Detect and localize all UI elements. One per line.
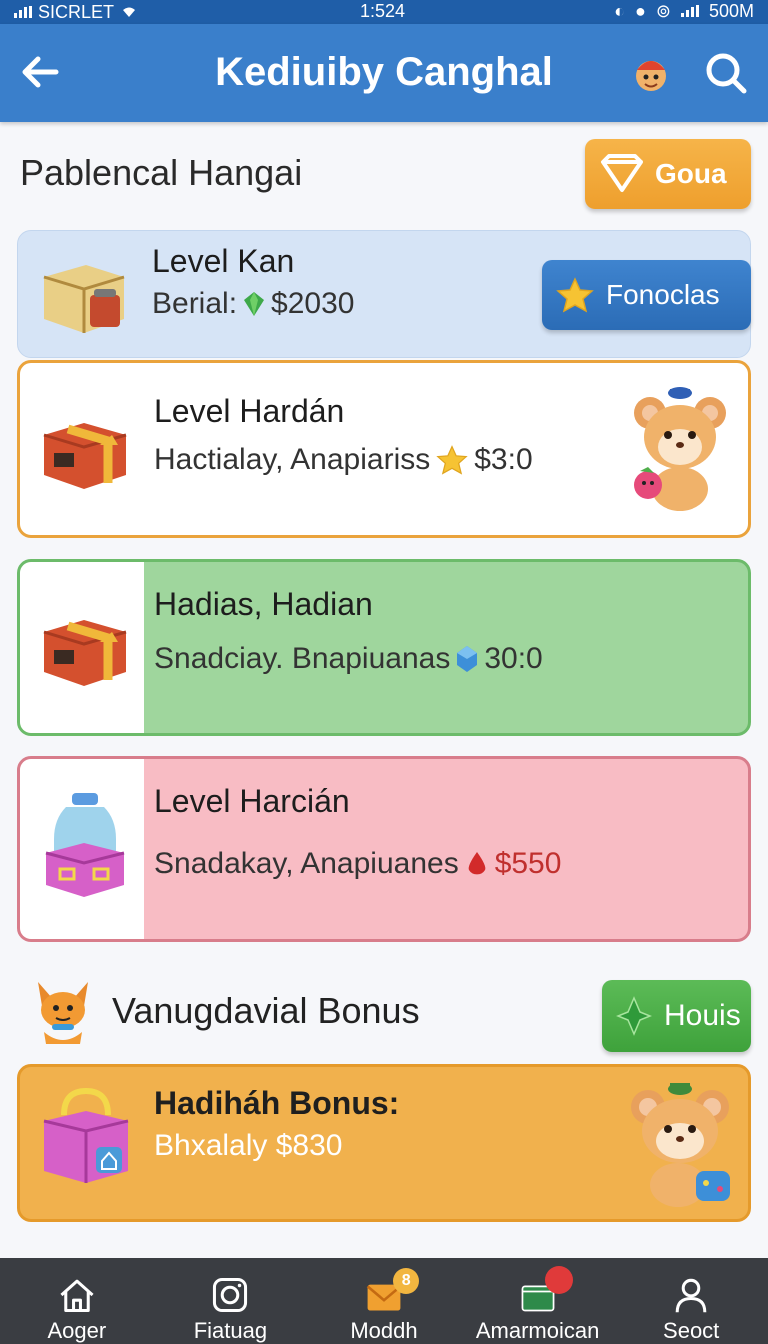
location-badge-icon [544, 1266, 573, 1294]
nav-label: Aoger [47, 1318, 107, 1343]
level-card-2[interactable]: Level Hardán Hactialay, Anapiariss $3:0 [17, 360, 751, 538]
bonus-section-title: Vanugdavial Bonus [112, 990, 420, 1031]
sync-icon: ⊚ [655, 1, 671, 21]
nav-item-camera[interactable]: Fiatuag [154, 1258, 308, 1344]
goua-button-label: Goua [655, 158, 727, 189]
bonus-card-title: Hadiháh Bonus: [154, 1085, 400, 1121]
wifi-icon [120, 2, 138, 23]
carrier-label: SICRLET [38, 1, 115, 22]
potion-box-icon [38, 789, 132, 899]
cell-signal-icon [680, 5, 699, 17]
houis-button[interactable]: Houis [602, 980, 751, 1052]
blue-gem-icon [457, 646, 478, 672]
nav-label: Fiatuag [193, 1318, 268, 1343]
gift-bag-icon [38, 1085, 132, 1185]
app-notification-icon: ◐ [614, 1, 625, 21]
star-icon [436, 445, 468, 475]
camera-icon [213, 1277, 248, 1313]
mail-badge: 8 [393, 1268, 420, 1294]
card-price: 30:0 [484, 642, 543, 675]
app-notification-icon-2: ● [635, 1, 646, 21]
bonus-card-subtitle: Bhxalaly $830 [154, 1129, 343, 1162]
star-icon [556, 277, 594, 313]
card-title: Hadias, Hadian [154, 586, 373, 622]
nav-label: Moddh [350, 1318, 418, 1343]
card-title: Level Kan [152, 243, 295, 279]
card-subtitle-text: Hactialay, Anapiariss [154, 443, 431, 476]
card-price: $2030 [271, 287, 355, 320]
green-gem-icon [244, 292, 265, 316]
card-title: Level Harcián [154, 783, 350, 819]
card-subtitle: Snadciay. Bnapiuanas 30:0 [154, 642, 543, 676]
nav-item-profile[interactable]: Seoct [614, 1258, 768, 1344]
gift-box-icon [38, 602, 132, 692]
fonoclas-button[interactable]: Fonoclas [542, 260, 751, 330]
nav-item-map[interactable]: Amarmoican [461, 1258, 615, 1344]
nav-item-mail[interactable]: 8 Moddh [307, 1258, 461, 1344]
crate-icon [36, 249, 130, 339]
nav-label: Seoct [663, 1318, 720, 1343]
bottom-navigation: Aoger Fiatuag 8 Moddh Amarmoican Seoct [0, 1258, 768, 1344]
home-icon [60, 1279, 94, 1313]
app-bar: Kediuiby Canghal [0, 24, 768, 122]
fonoclas-button-label: Fonoclas [606, 279, 720, 310]
goua-button[interactable]: Goua [585, 139, 751, 209]
card-title: Level Hardán [154, 393, 345, 429]
red-drop-icon [468, 852, 486, 875]
fox-mascot-icon [30, 976, 96, 1046]
search-icon[interactable] [703, 50, 749, 96]
bonus-card[interactable]: Hadiháh Bonus: Bhxalaly $830 [17, 1064, 751, 1222]
level-card-3[interactable]: Hadias, Hadian Snadciay. Bnapiuanas 30:0 [17, 559, 751, 736]
clock: 1:524 [360, 1, 406, 21]
card-subtitle-text: Snadakay, Anapiuanes [154, 847, 459, 880]
card-subtitle: Snadakay, Anapiuanes $550 [154, 847, 561, 881]
diamond-outline-icon [601, 154, 643, 192]
green-crystal-icon [616, 996, 652, 1036]
status-bar: SICRLET 1:524 ◐ ● ⊚ 500M [0, 0, 768, 24]
battery-label: 500M [708, 1, 754, 21]
nav-item-home[interactable]: Aoger [0, 1258, 154, 1344]
card-subtitle: Hactialay, Anapiariss $3:0 [154, 443, 533, 477]
card-subtitle-text: Berial: [152, 287, 238, 320]
hamster-mascot-icon [624, 1077, 736, 1211]
mascot-avatar-icon[interactable] [628, 50, 674, 96]
houis-button-label: Houis [664, 999, 741, 1032]
card-price: $3:0 [474, 443, 533, 476]
person-icon [675, 1278, 707, 1313]
card-subtitle: Berial: $2030 [152, 287, 354, 321]
hamster-mascot-icon [628, 385, 732, 515]
card-subtitle-text: Snadciay. Bnapiuanas [154, 642, 451, 675]
nav-label: Amarmoican [475, 1318, 600, 1343]
level-card-4[interactable]: Level Harcián Snadakay, Anapiuanes $550 [17, 756, 751, 942]
section-title: Pablencal Hangai [20, 152, 303, 193]
signal-icon [14, 6, 32, 18]
card-price: $550 [494, 847, 562, 880]
gift-box-icon [38, 405, 132, 495]
